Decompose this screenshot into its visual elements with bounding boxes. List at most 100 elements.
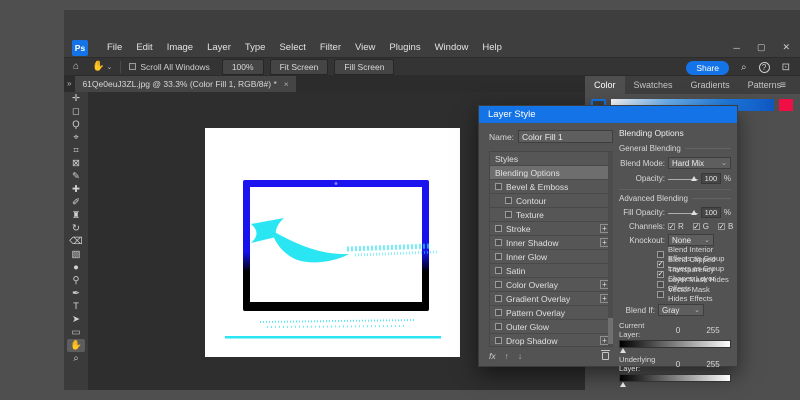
style-color-overlay[interactable]: Color Overlay + [490, 278, 612, 292]
style-checkbox[interactable] [495, 337, 502, 344]
scroll-all-windows-checkbox[interactable] [129, 63, 137, 70]
style-stroke[interactable]: Stroke + [490, 222, 612, 236]
eyedropper-tool[interactable]: ✎ [67, 170, 85, 183]
brush-tool[interactable]: ✐ [67, 196, 85, 209]
channel-r-checkbox[interactable] [668, 222, 675, 231]
eraser-tool[interactable]: ⌫ [67, 235, 85, 248]
styles-list-header[interactable]: Styles [490, 152, 612, 166]
chevron-down-icon[interactable]: ⌄ [107, 63, 113, 71]
zoom-tool[interactable]: ⌕ [67, 352, 85, 365]
menu-item[interactable]: Filter [313, 42, 348, 53]
blend-if-dropdown[interactable]: Gray ⌄ [658, 304, 704, 316]
toolbar-collapse-icon[interactable]: » [67, 79, 71, 88]
layer-mask-hides-checkbox[interactable] [657, 280, 664, 288]
style-checkbox[interactable] [505, 197, 512, 204]
tab-swatches[interactable]: Swatches [625, 76, 682, 94]
healing-brush-tool[interactable]: ✚ [67, 183, 85, 196]
dodge-tool[interactable]: ⚲ [67, 274, 85, 287]
style-contour[interactable]: Contour [490, 194, 612, 208]
style-blending-options[interactable]: Blending Options [490, 166, 612, 180]
close-tab-icon[interactable]: × [284, 79, 289, 89]
menu-item[interactable]: Help [475, 42, 509, 53]
share-button[interactable]: Share [686, 60, 729, 75]
style-gradient-overlay[interactable]: Gradient Overlay + [490, 292, 612, 306]
minimize-button[interactable]: ─ [734, 43, 740, 53]
menu-item[interactable]: Window [428, 42, 476, 53]
marquee-tool[interactable]: ◻ [67, 105, 85, 118]
clone-stamp-tool[interactable]: ♜ [67, 209, 85, 222]
document-tab[interactable]: 61Qe0euJ3ZL.jpg @ 33.3% (Color Fill 1, R… [75, 76, 296, 92]
gradient-tool[interactable]: ▧ [67, 248, 85, 261]
menu-item[interactable]: Layer [200, 42, 238, 53]
menu-item[interactable]: Edit [129, 42, 159, 53]
menu-item[interactable]: Plugins [382, 42, 427, 53]
style-outer-glow[interactable]: Outer Glow [490, 320, 612, 334]
style-checkbox[interactable] [505, 211, 512, 218]
hand-tool-icon[interactable]: ✋ [92, 61, 104, 72]
rectangle-tool[interactable]: ▭ [67, 326, 85, 339]
transparency-shapes-checkbox[interactable] [657, 269, 664, 278]
move-tool[interactable]: ✛ [67, 92, 85, 105]
tab-color[interactable]: Color [585, 76, 625, 94]
path-selection-tool[interactable]: ➤ [67, 313, 85, 326]
blur-tool[interactable]: ● [67, 261, 85, 274]
style-checkbox[interactable] [495, 253, 502, 260]
underlying-layer-ramp[interactable] [619, 374, 731, 382]
opacity-slider[interactable] [668, 174, 698, 184]
opacity-value[interactable]: 100 [700, 173, 721, 184]
document-canvas[interactable] [205, 128, 460, 357]
workspace-icon[interactable]: ⊡ [782, 62, 790, 73]
style-checkbox[interactable] [495, 267, 502, 274]
styles-scrollbar[interactable] [608, 152, 613, 346]
frame-tool[interactable]: ⊠ [67, 157, 85, 170]
style-drop-shadow[interactable]: Drop Shadow + [490, 334, 612, 346]
current-layer-slider[interactable] [620, 348, 626, 353]
hand-tool[interactable]: ✋ [67, 339, 85, 352]
panel-menu-icon[interactable]: ≡ [780, 80, 786, 91]
style-checkbox[interactable] [495, 309, 502, 316]
style-checkbox[interactable] [495, 225, 502, 232]
channel-g-checkbox[interactable] [692, 222, 700, 231]
style-checkbox[interactable] [495, 295, 502, 302]
restore-button[interactable]: ▢ [757, 42, 766, 53]
move-effect-up-icon[interactable]: ↑ [505, 351, 509, 361]
menu-item[interactable]: Image [160, 42, 200, 53]
underlying-layer-slider[interactable] [620, 382, 626, 387]
style-checkbox[interactable] [495, 323, 502, 330]
style-pattern-overlay[interactable]: Pattern Overlay [490, 306, 612, 320]
fill-screen-button[interactable]: Fill Screen [334, 58, 395, 75]
blend-interior-checkbox[interactable] [657, 250, 664, 258]
style-checkbox[interactable] [495, 183, 502, 190]
help-icon[interactable]: ? [758, 62, 770, 73]
style-checkbox[interactable] [495, 281, 502, 288]
style-satin[interactable]: Satin [490, 264, 612, 278]
menu-item[interactable]: File [100, 42, 129, 53]
search-icon[interactable]: ⌕ [741, 62, 747, 73]
zoom-100-button[interactable]: 100% [221, 58, 264, 75]
style-inner-shadow[interactable]: Inner Shadow + [490, 236, 612, 250]
blend-mode-dropdown[interactable]: Hard Mix ⌄ [668, 157, 731, 169]
menu-item[interactable]: Type [238, 42, 273, 53]
crop-tool[interactable]: ⌗ [67, 144, 85, 157]
lasso-tool[interactable]: Ϙ [67, 118, 85, 131]
style-bevel-emboss[interactable]: Bevel & Emboss [490, 180, 612, 194]
fill-opacity-value[interactable]: 100 [700, 207, 721, 218]
history-brush-tool[interactable]: ↻ [67, 222, 85, 235]
channel-b-checkbox[interactable] [718, 222, 726, 231]
close-button[interactable]: ✕ [782, 42, 790, 53]
menu-item[interactable]: View [348, 42, 382, 53]
move-effect-down-icon[interactable]: ↓ [518, 351, 522, 361]
delete-effect-icon[interactable] [601, 350, 610, 360]
dialog-title-bar[interactable]: Layer Style [479, 106, 737, 123]
quick-selection-tool[interactable]: ⌖ [67, 131, 85, 144]
style-texture[interactable]: Texture [490, 208, 612, 222]
scrollbar-thumb[interactable] [608, 318, 613, 344]
pen-tool[interactable]: ✒ [67, 287, 85, 300]
vector-mask-hides-checkbox[interactable] [657, 290, 664, 298]
fit-screen-button[interactable]: Fit Screen [269, 58, 329, 75]
fx-icon[interactable]: fx [489, 351, 496, 361]
blend-clipped-checkbox[interactable] [657, 259, 664, 268]
fill-opacity-slider[interactable] [668, 208, 698, 218]
tab-gradients[interactable]: Gradients [682, 76, 739, 94]
style-inner-glow[interactable]: Inner Glow [490, 250, 612, 264]
